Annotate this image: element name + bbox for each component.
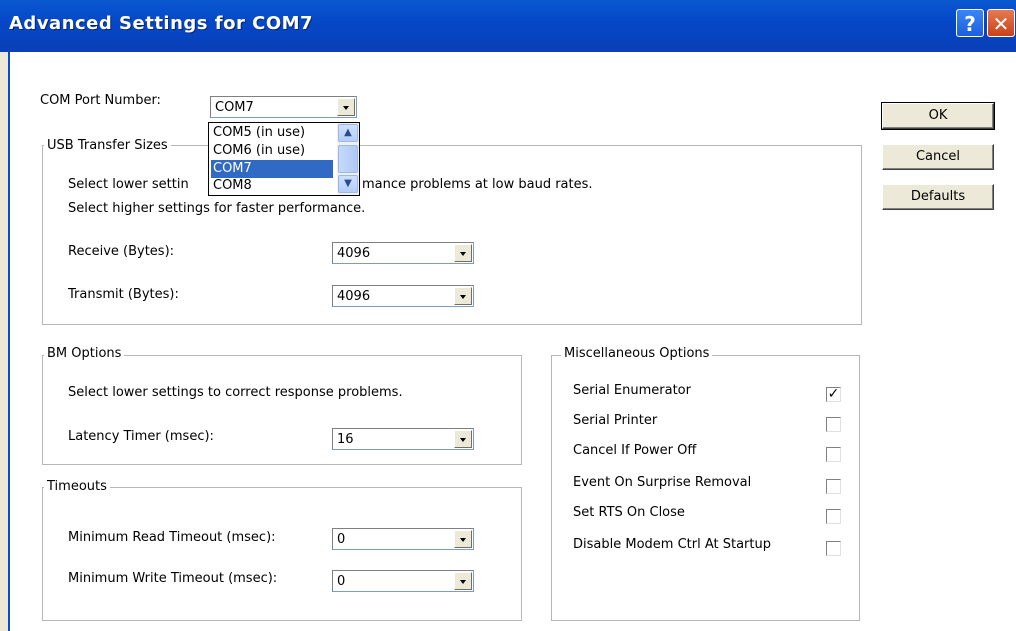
scroll-thumb[interactable] [338, 145, 358, 173]
timeouts-group-title: Timeouts [44, 479, 110, 494]
bm-desc: Select lower settings to correct respons… [68, 385, 403, 400]
latency-select[interactable]: 16 [332, 428, 474, 450]
scroll-up-icon[interactable]: ▲ [338, 124, 358, 142]
read-timeout-label: Minimum Read Timeout (msec): [68, 530, 276, 545]
misc-option-label: Event On Surprise Removal [573, 475, 752, 490]
misc-option-label: Serial Printer [573, 413, 658, 428]
misc-option-checkbox[interactable] [826, 479, 841, 494]
dropdown-option[interactable]: COM8 [211, 177, 333, 195]
latency-value: 16 [337, 432, 354, 447]
com-port-label: COM Port Number: [40, 93, 161, 108]
com-port-dropdown-list[interactable]: COM5 (in use) COM6 (in use) COM7 COM8 ▲ … [208, 122, 360, 196]
window-title: Advanced Settings for COM7 [9, 13, 314, 34]
dropdown-option[interactable]: COM5 (in use) [211, 124, 333, 142]
usb-group-title: USB Transfer Sizes [44, 138, 171, 153]
write-timeout-value: 0 [337, 574, 346, 589]
dropdown-option[interactable]: COM6 (in use) [211, 142, 333, 160]
misc-option-label: Disable Modem Ctrl At Startup [573, 537, 771, 552]
chevron-down-icon[interactable] [454, 530, 472, 548]
usb-desc-1b: mance problems at low baud rates. [362, 177, 593, 192]
read-timeout-select[interactable]: 0 [332, 528, 474, 550]
misc-option-checkbox[interactable] [826, 447, 841, 462]
timeouts-group [42, 487, 522, 621]
close-button[interactable]: ✕ [987, 9, 1015, 37]
chevron-down-icon[interactable] [454, 430, 472, 448]
transmit-value: 4096 [337, 289, 371, 304]
misc-option-checkbox[interactable] [826, 417, 841, 432]
usb-desc-1a: Select lower settin [68, 177, 189, 192]
transmit-label: Transmit (Bytes): [68, 287, 179, 302]
chevron-down-icon[interactable] [337, 98, 355, 116]
cancel-button[interactable]: Cancel [882, 144, 994, 170]
help-button[interactable]: ? [956, 9, 984, 37]
ok-button[interactable]: OK [881, 102, 995, 130]
write-timeout-select[interactable]: 0 [332, 570, 474, 592]
com-port-value: COM7 [215, 100, 254, 115]
defaults-button[interactable]: Defaults [882, 184, 994, 210]
receive-select[interactable]: 4096 [332, 242, 474, 264]
bm-group-title: BM Options [44, 346, 125, 361]
misc-option-checkbox[interactable]: ✓ [826, 387, 841, 402]
chevron-down-icon[interactable] [454, 572, 472, 590]
misc-option-label: Set RTS On Close [573, 505, 685, 520]
com-port-select[interactable]: COM7 [210, 96, 357, 118]
read-timeout-value: 0 [337, 532, 346, 547]
misc-option-label: Serial Enumerator [573, 383, 691, 398]
receive-value: 4096 [337, 246, 371, 261]
title-bar: Advanced Settings for COM7 ? ✕ [0, 0, 1016, 52]
chevron-down-icon[interactable] [454, 244, 472, 262]
misc-option-checkbox[interactable] [826, 541, 841, 556]
transmit-select[interactable]: 4096 [332, 285, 474, 307]
usb-desc-2: Select higher settings for faster perfor… [68, 201, 366, 216]
write-timeout-label: Minimum Write Timeout (msec): [68, 571, 278, 586]
misc-group-title: Miscellaneous Options [561, 346, 713, 361]
scroll-down-icon[interactable]: ▼ [338, 175, 358, 193]
latency-label: Latency Timer (msec): [68, 429, 214, 444]
misc-option-label: Cancel If Power Off [573, 443, 697, 458]
chevron-down-icon[interactable] [454, 287, 472, 305]
dropdown-scrollbar[interactable]: ▲ ▼ [337, 123, 359, 195]
dropdown-option-selected[interactable]: COM7 [211, 160, 333, 178]
misc-option-checkbox[interactable] [826, 509, 841, 524]
receive-label: Receive (Bytes): [68, 244, 175, 259]
